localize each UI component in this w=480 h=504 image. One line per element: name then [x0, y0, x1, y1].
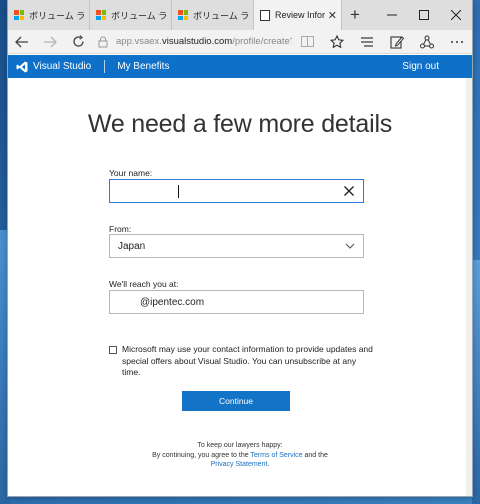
minimize-icon[interactable] [376, 0, 408, 30]
brand-name: Visual Studio [33, 61, 92, 72]
footer-line-1: To keep our lawyers happy: [197, 442, 283, 449]
footer-and-text: and the [302, 451, 328, 459]
back-arrow-icon [15, 36, 28, 47]
browser-tab[interactable]: ボリューム ライセンス [172, 0, 254, 30]
microsoft-logo-icon [178, 10, 188, 20]
chevron-down-icon [345, 243, 355, 249]
favorite-button[interactable] [322, 30, 352, 54]
continue-button[interactable]: Continue [182, 391, 290, 411]
tab-label: ボリューム ライセンス [29, 10, 85, 21]
back-button[interactable] [8, 30, 36, 54]
header-divider [104, 60, 106, 73]
footer-line-2: By continuing, you agree to the Terms of… [8, 451, 472, 461]
hub-button[interactable] [352, 30, 382, 54]
more-menu-button[interactable] [442, 30, 472, 54]
country-selected-value: Japan [118, 240, 146, 252]
share-icon [420, 35, 434, 48]
forward-arrow-icon [44, 36, 57, 47]
site-header: Visual Studio My Benefits Sign out [8, 55, 472, 78]
from-label: From: [109, 224, 132, 234]
consent-checkbox[interactable] [109, 346, 117, 354]
consent-text: Microsoft may use your contact informati… [122, 344, 373, 377]
new-tab-button[interactable]: + [342, 0, 368, 30]
name-input[interactable] [109, 179, 364, 203]
footer-line-3: Privacy Statement. [8, 460, 472, 470]
tab-label: ボリューム ライセンス [193, 10, 249, 21]
forward-button[interactable] [36, 30, 64, 54]
sign-out-link[interactable]: Sign out [402, 61, 439, 72]
footer-period: . [267, 461, 270, 468]
clear-input-icon[interactable] [343, 185, 355, 197]
pen-note-icon [390, 35, 404, 49]
page-title: We need a few more details [87, 110, 393, 138]
page-content: We need a few more details Your name: Fr… [8, 78, 472, 496]
star-icon [330, 34, 344, 48]
microsoft-logo-icon [14, 10, 24, 20]
tab-label: Review Infor [275, 10, 325, 20]
more-dots-icon [451, 40, 463, 43]
refresh-button[interactable] [64, 30, 92, 54]
country-select[interactable]: Japan [109, 234, 364, 258]
navigation-bar: app.vsaex. visualstudio.com/profile/creat… [8, 30, 472, 54]
email-label: We'll reach you at: [109, 279, 179, 289]
visual-studio-logo-icon [16, 61, 28, 72]
browser-tab[interactable]: ボリューム ライセンス [90, 0, 172, 30]
footer-agree-text: By continuing, you agree to the [152, 451, 251, 459]
tab-strip: ボリューム ライセンス ボリューム ライセンス ボリューム ライセンス Revi… [8, 0, 472, 30]
microsoft-logo-icon [96, 10, 106, 20]
tab-label: ボリューム ライセンス [111, 10, 167, 21]
privacy-statement-link[interactable]: Privacy Statement [211, 461, 268, 468]
close-tab-icon[interactable]: ✕ [328, 9, 337, 22]
web-note-button[interactable] [382, 30, 412, 54]
legal-footer: To keep our lawyers happy: By continuing… [8, 441, 472, 470]
maximize-icon[interactable] [408, 0, 440, 30]
lock-icon [98, 36, 108, 47]
url-host: visualstudio.com [161, 36, 233, 47]
desktop-light-beam [472, 260, 480, 504]
share-button[interactable] [412, 30, 442, 54]
my-benefits-link[interactable]: My Benefits [117, 61, 169, 72]
url-path: /profile/create?mkt=en [232, 36, 292, 47]
url-scheme: app.vsaex. [116, 36, 162, 47]
browser-tab-active[interactable]: Review Infor ✕ [254, 0, 342, 30]
hub-icon [361, 36, 373, 47]
reading-view-button[interactable] [292, 30, 322, 54]
address-bar[interactable]: app.vsaex. visualstudio.com/profile/creat… [92, 30, 292, 54]
text-caret [178, 185, 179, 198]
name-label: Your name: [109, 168, 153, 178]
browser-tab[interactable]: ボリューム ライセンス [8, 0, 90, 30]
window-controls [376, 0, 472, 30]
terms-of-service-link[interactable]: Terms of Service [250, 452, 302, 459]
email-input[interactable]: @ipentec.com [109, 290, 364, 314]
reading-view-icon [300, 36, 314, 47]
browser-window: ボリューム ライセンス ボリューム ライセンス ボリューム ライセンス Revi… [8, 0, 472, 496]
vertical-scrollbar[interactable] [466, 78, 472, 496]
close-window-icon[interactable] [440, 0, 472, 30]
marketing-consent: Microsoft may use your contact informati… [109, 344, 374, 379]
page-icon [260, 9, 270, 21]
email-value: @ipentec.com [140, 296, 205, 308]
refresh-icon [72, 35, 84, 47]
